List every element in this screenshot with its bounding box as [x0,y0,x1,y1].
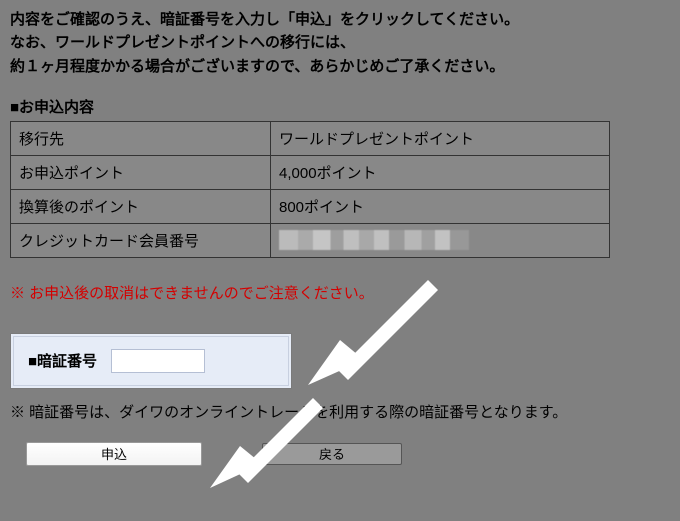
masked-card-number [279,230,469,250]
apply-button[interactable]: 申込 [26,442,202,466]
cell-value: 800ポイント [271,189,610,223]
table-row: 移行先 ワールドプレゼントポイント [11,121,610,155]
instruction-text: 内容をご確認のうえ、暗証番号を入力し「申込」をクリックしてください。 なお、ワー… [10,8,670,78]
table-row: お申込ポイント 4,000ポイント [11,155,610,189]
cell-label: クレジットカード会員番号 [11,223,271,257]
button-row: 申込 戻る [10,442,670,466]
cell-value: 4,000ポイント [271,155,610,189]
section-title: ■お申込内容 [10,96,670,117]
pin-input[interactable] [111,349,205,373]
instruction-line-3: 約１ヶ月程度かかる場合がございますので、あらかじめご了承ください。 [10,55,670,78]
cell-label: 換算後のポイント [11,189,271,223]
cell-label: 移行先 [11,121,271,155]
cell-value: ワールドプレゼントポイント [271,121,610,155]
back-button[interactable]: 戻る [262,443,402,465]
table-row: 換算後のポイント 800ポイント [11,189,610,223]
warning-text: ※ お申込後の取消はできませんのでご注意ください。 [10,282,670,303]
cell-label: お申込ポイント [11,155,271,189]
details-table: 移行先 ワールドプレゼントポイント お申込ポイント 4,000ポイント 換算後の… [10,121,610,258]
pin-note: ※ 暗証番号は、ダイワのオンライントレードを利用する際の暗証番号となります。 [10,401,670,422]
instruction-line-1: 内容をご確認のうえ、暗証番号を入力し「申込」をクリックしてください。 [10,8,670,31]
cell-value-masked [271,223,610,257]
instruction-line-2: なお、ワールドプレゼントポイントへの移行には、 [10,31,670,54]
pin-box: ■暗証番号 [10,333,292,389]
pin-label: ■暗証番号 [28,350,97,371]
table-row: クレジットカード会員番号 [11,223,610,257]
